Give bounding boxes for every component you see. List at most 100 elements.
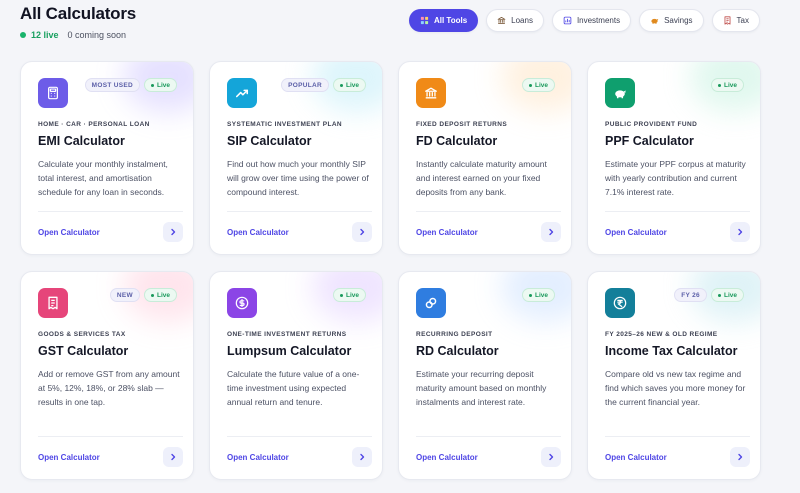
card-title: RD Calculator [416,344,499,358]
live-dot-icon [717,83,721,87]
card-category: SYSTEMATIC INVESTMENT PLAN [227,121,343,128]
page-header: All Calculators 12 live 0 coming soon [20,4,136,40]
live-label: Live [345,81,359,89]
live-label: Live [723,81,737,89]
chevron-right-icon[interactable] [541,447,561,467]
filter-label: All Tools [433,16,468,25]
card-divider [416,436,561,437]
card-badges: Live [521,78,555,92]
live-dot-icon [339,83,343,87]
filter-tax[interactable]: Tax [711,9,760,32]
live-badge: Live [521,288,555,302]
chevron-right-icon[interactable] [352,222,372,242]
chevron-right-icon[interactable] [352,447,372,467]
grid-icon [420,16,429,25]
card-badges: MOST USED Live [84,78,177,92]
status-line: 12 live 0 coming soon [20,30,136,40]
filter-label: Investments [576,16,621,25]
calculator-card[interactable]: Live ONE-TIME INVESTMENT RETURNS Lumpsum C… [209,271,383,480]
live-label: Live [534,291,548,299]
tag-badge: POPULAR [281,78,329,92]
bank-icon [416,78,446,108]
chevron-right-icon[interactable] [163,447,183,467]
live-badge: Live [710,78,744,92]
calculator-card[interactable]: Live PUBLIC PROVIDENT FUND PPF Calculator E… [587,61,761,255]
live-dot-icon [528,83,532,87]
card-title: GST Calculator [38,344,129,358]
card-category: HOME · CAR · PERSONAL LOAN [38,121,150,128]
card-divider [605,436,750,437]
card-title: SIP Calculator [227,134,312,148]
card-category: RECURRING DEPOSIT [416,331,493,338]
piggy-bank-icon [605,78,635,108]
open-calculator-link[interactable]: Open Calculator [416,453,478,462]
live-label: Live [534,81,548,89]
chevron-right-icon[interactable] [541,222,561,242]
open-calculator-link[interactable]: Open Calculator [416,228,478,237]
card-category: FIXED DEPOSIT RETURNS [416,121,508,128]
filter-investments[interactable]: Investments [551,9,632,32]
open-calculator-link[interactable]: Open Calculator [605,453,667,462]
coming-soon-count: 0 coming soon [67,30,127,40]
chevron-right-icon[interactable] [163,222,183,242]
open-calculator-link[interactable]: Open Calculator [38,453,100,462]
card-description: Calculate the future value of a one-time… [227,369,360,408]
card-description: Estimate your recurring deposit maturity… [416,369,547,408]
live-label: Live [723,291,737,299]
calculator-card[interactable]: POPULAR Live SYSTEMATIC INVESTMENT PLAN SIP… [209,61,383,255]
card-category: ONE-TIME INVESTMENT RETURNS [227,331,347,338]
live-dot-icon [339,293,343,297]
calculator-card[interactable]: Live FIXED DEPOSIT RETURNS FD Calculator In… [398,61,572,255]
live-count: 12 live [31,30,59,40]
open-calculator-link[interactable]: Open Calculator [605,228,667,237]
filter-bar: All Tools Loans Investments Savings Tax [408,9,760,32]
tag-badge: MOST USED [84,78,140,92]
filter-all-tools[interactable]: All Tools [408,9,479,32]
live-badge: Live [710,288,744,302]
card-divider [38,436,183,437]
card-divider [416,211,561,212]
card-badges: Live [332,288,366,302]
calculator-card[interactable]: FY 26 Live FY 2025–26 NEW & OLD REGIME Inco… [587,271,761,480]
open-calculator-link[interactable]: Open Calculator [38,228,100,237]
live-label: Live [156,81,170,89]
filter-label: Savings [664,16,693,25]
calculator-card[interactable]: Live RECURRING DEPOSIT RD Calculator Estima… [398,271,572,480]
filter-label: Tax [736,16,749,25]
open-calculator-link[interactable]: Open Calculator [227,453,289,462]
live-status-dot [20,32,26,38]
card-title: Income Tax Calculator [605,344,738,358]
dollar-coin-icon [227,288,257,318]
filter-savings[interactable]: Savings [639,9,704,32]
live-label: Live [156,291,170,299]
live-badge: Live [143,288,177,302]
chevron-right-icon[interactable] [730,447,750,467]
chevron-right-icon[interactable] [730,222,750,242]
card-badges: Live [521,288,555,302]
card-category: PUBLIC PROVIDENT FUND [605,121,698,128]
live-badge: Live [521,78,555,92]
card-category: FY 2025–26 NEW & OLD REGIME [605,331,718,338]
card-divider [227,211,372,212]
receipt-icon [723,16,732,25]
card-description: Instantly calculate maturity amount and … [416,159,547,198]
live-dot-icon [150,293,154,297]
repeat-icon [416,288,446,318]
rupee-coin-icon [605,288,635,318]
card-description: Calculate your monthly instalment, total… [38,159,168,198]
open-calculator-link[interactable]: Open Calculator [227,228,289,237]
tag-badge: FY 26 [674,288,707,302]
card-title: Lumpsum Calculator [227,344,352,358]
card-title: PPF Calculator [605,134,694,148]
calculator-card[interactable]: NEW Live GOODS & SERVICES TAX GST Calculato… [20,271,194,480]
card-description: Add or remove GST from any amount at 5%,… [38,369,180,408]
live-badge: Live [332,288,366,302]
card-badges: NEW Live [109,288,177,302]
card-description: Find out how much your monthly SIP will … [227,159,369,198]
card-description: Estimate your PPF corpus at maturity wit… [605,159,746,198]
card-divider [605,211,750,212]
calculator-card[interactable]: MOST USED Live HOME · CAR · PERSONAL LOAN E… [20,61,194,255]
filter-loans[interactable]: Loans [486,9,544,32]
filter-label: Loans [511,16,533,25]
card-description: Compare old vs new tax regime and find w… [605,369,746,408]
